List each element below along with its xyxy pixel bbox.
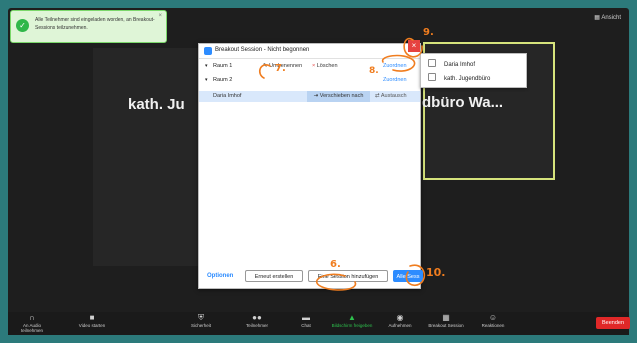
member-name: Daria Imhof — [213, 93, 242, 99]
assign-button-room-1[interactable]: Zuordnen — [383, 63, 407, 69]
chat-icon: ▬ — [302, 313, 310, 322]
move-to-label: Verschieben nach — [319, 93, 364, 99]
dialog-titlebar: Breakout Session - Nicht begonnen — [199, 44, 420, 59]
delete-label: Löschen — [316, 63, 338, 69]
reaction-icon: ☺ — [488, 313, 498, 322]
notification-banner: ✓ Alle Teilnehmer sind eingeladen worden… — [10, 10, 167, 43]
shield-icon: ⛨ — [198, 313, 204, 322]
end-meeting-button[interactable]: Beenden — [596, 317, 630, 329]
toolbar-reactions[interactable]: ☺ Reaktionen — [476, 313, 510, 328]
zoom-logo-icon — [204, 47, 212, 55]
toolbar-share-screen[interactable]: ▲ Bildschirm freigeben — [324, 313, 380, 328]
toolbar-audio[interactable]: ∩ An Audio teilnehmen — [12, 313, 52, 333]
options-link[interactable]: Optionen — [207, 273, 233, 279]
checkbox-icon[interactable] — [428, 59, 436, 67]
add-session-button[interactable]: Eine Session hinzufügen — [308, 270, 388, 282]
participant-name: Daria Imhof — [444, 62, 476, 68]
exchange-button[interactable]: ⇄ Austausch — [375, 93, 407, 99]
participant-checkbox-item[interactable]: Daria Imhof — [428, 59, 475, 68]
annotation-7: 7. — [275, 63, 286, 74]
toolbar-label: Breakout Session — [428, 323, 464, 328]
notification-message: Alle Teilnehmer sind eingeladen worden, … — [35, 17, 155, 31]
assign-participants-popup: Daria Imhof kath. Jugendbüro — [420, 53, 527, 88]
toolbar-breakout[interactable]: ▦ Breakout Session — [422, 313, 470, 328]
toolbar-record[interactable]: ◉ Aufnehmen — [384, 313, 416, 328]
toolbar-label: Teilnehmer — [245, 323, 268, 328]
view-button-label: Ansicht — [601, 15, 621, 21]
toolbar-chat[interactable]: ▬ Chat — [294, 313, 318, 328]
delete-icon: × — [312, 63, 316, 69]
record-icon: ◉ — [396, 313, 404, 322]
participant-checkbox-item[interactable]: kath. Jugendbüro — [428, 73, 490, 82]
toolbar-label: Chat — [301, 323, 311, 328]
check-icon: ✓ — [16, 19, 29, 32]
toolbar-label: Video starten — [78, 323, 106, 328]
dialog-close-button[interactable]: × — [408, 40, 420, 52]
delete-button[interactable]: × Löschen — [312, 63, 338, 69]
exchange-label: Austausch — [380, 93, 407, 99]
toolbar-label: An Audio teilnehmen — [20, 323, 43, 333]
room-label: Raum 2 — [213, 77, 233, 83]
share-screen-icon: ▲ — [348, 313, 356, 322]
assign-button-room-2[interactable]: Zuordnen — [383, 77, 407, 83]
start-all-sessions-button[interactable]: Alle Sess — [393, 270, 423, 282]
caret-down-icon: ▾ — [205, 63, 208, 69]
breakout-icon: ▦ — [442, 313, 450, 322]
checkbox-icon[interactable] — [428, 73, 436, 81]
view-button[interactable]: ▦ Ansicht — [594, 14, 621, 21]
move-to-button[interactable]: ⇥ Verschieben nach — [307, 91, 370, 102]
participant-name-left: kath. Ju — [128, 96, 185, 113]
meeting-toolbar: ∩ An Audio teilnehmen ■ Video starten ⛨ Sic… — [8, 312, 630, 335]
caret-down-icon: ▾ — [205, 77, 208, 83]
toolbar-label: Aufnehmen — [388, 323, 412, 328]
breakout-session-dialog: Breakout Session - Nicht begonnen ▾ Raum… — [198, 43, 423, 289]
toolbar-participants[interactable]: ●● Teilnehmer — [240, 313, 274, 328]
participant-name: kath. Jugendbüro — [444, 76, 491, 82]
dialog-title: Breakout Session - Nicht begonnen — [215, 47, 310, 53]
recreate-button[interactable]: Erneut erstellen — [245, 270, 303, 282]
headphones-icon: ∩ — [29, 313, 35, 322]
toolbar-label: Sicherheit — [190, 323, 211, 328]
toolbar-label: Reaktionen — [481, 323, 505, 328]
annotation-8: 8. — [369, 66, 379, 76]
participants-icon: ●● — [252, 313, 262, 322]
participant-name-right: dbüro Wa... — [422, 94, 504, 111]
toolbar-label: Bildschirm freigeben — [331, 323, 373, 328]
annotation-6: 6. — [330, 259, 341, 270]
room-label: Raum 1 — [213, 63, 233, 69]
notification-close-icon[interactable]: × — [158, 13, 162, 19]
annotation-9: 9. — [423, 27, 434, 38]
annotation-10: 10. — [426, 266, 446, 279]
toolbar-video[interactable]: ■ Video starten — [72, 313, 112, 328]
toolbar-security[interactable]: ⛨ Sicherheit — [186, 313, 216, 328]
video-off-icon: ■ — [89, 313, 95, 322]
